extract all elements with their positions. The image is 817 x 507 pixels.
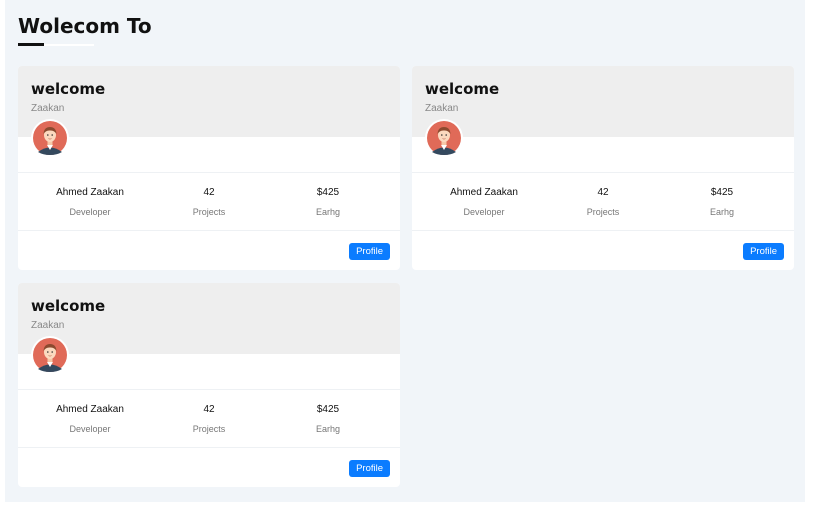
profile-card: welcome Zaakan Ahmed Zaakan Developer 42… <box>412 66 794 270</box>
card-header <box>18 283 400 354</box>
stat-earnings: $425 Earhg <box>268 404 388 434</box>
stat-value: $425 <box>316 404 340 415</box>
profile-button[interactable]: Profile <box>349 243 390 260</box>
stat-label: Projects <box>192 207 226 217</box>
card-divider <box>18 447 400 448</box>
stat-value: Ahmed Zaakan <box>450 187 518 198</box>
stat-label: Projects <box>586 207 620 217</box>
stat-value: 42 <box>597 187 609 198</box>
profile-card: welcome Zaakan Ahmed Zaakan Developer 42… <box>18 283 400 487</box>
stat-earnings: $425 Earhg <box>268 187 388 217</box>
stat-projects: 42 Projects <box>543 187 663 217</box>
avatar <box>425 119 463 157</box>
stat-label: Developer <box>69 207 111 217</box>
avatar <box>31 119 69 157</box>
stat-value: $425 <box>710 187 734 198</box>
stat-value: 42 <box>203 404 215 415</box>
page-title: Wolecom To <box>18 14 152 38</box>
stat-value: $425 <box>316 187 340 198</box>
card-divider <box>18 389 400 390</box>
profile-button[interactable]: Profile <box>743 243 784 260</box>
profile-button[interactable]: Profile <box>349 460 390 477</box>
stat-name: Ahmed Zaakan Developer <box>424 187 544 217</box>
card-heading: welcome <box>425 80 500 98</box>
card-subtitle: Zaakan <box>31 103 65 114</box>
card-divider <box>412 230 794 231</box>
card-heading: welcome <box>31 297 106 315</box>
card-subtitle: Zaakan <box>31 320 65 331</box>
avatar-icon <box>33 121 67 155</box>
stat-value: Ahmed Zaakan <box>56 404 124 415</box>
stat-label: Earhg <box>315 207 341 217</box>
stat-label: Developer <box>463 207 505 217</box>
avatar <box>31 336 69 374</box>
card-divider <box>412 172 794 173</box>
card-divider <box>18 172 400 173</box>
stat-earnings: $425 Earhg <box>662 187 782 217</box>
stat-label: Earhg <box>315 424 341 434</box>
card-heading: welcome <box>31 80 106 98</box>
card-divider <box>18 230 400 231</box>
title-underline-accent <box>18 43 44 46</box>
card-header <box>18 66 400 137</box>
stat-value: 42 <box>203 187 215 198</box>
stat-label: Earhg <box>709 207 735 217</box>
avatar-icon <box>33 338 67 372</box>
stat-name: Ahmed Zaakan Developer <box>30 187 150 217</box>
page-container: Wolecom To welcome Zaakan Ahmed Zaakan D… <box>5 0 805 502</box>
card-header <box>412 66 794 137</box>
stat-label: Developer <box>69 424 111 434</box>
stat-name: Ahmed Zaakan Developer <box>30 404 150 434</box>
stat-projects: 42 Projects <box>149 404 269 434</box>
stat-value: Ahmed Zaakan <box>56 187 124 198</box>
avatar-icon <box>427 121 461 155</box>
card-subtitle: Zaakan <box>425 103 459 114</box>
stat-label: Projects <box>192 424 226 434</box>
profile-card: welcome Zaakan Ahmed Zaakan Developer 42… <box>18 66 400 270</box>
stat-projects: 42 Projects <box>149 187 269 217</box>
